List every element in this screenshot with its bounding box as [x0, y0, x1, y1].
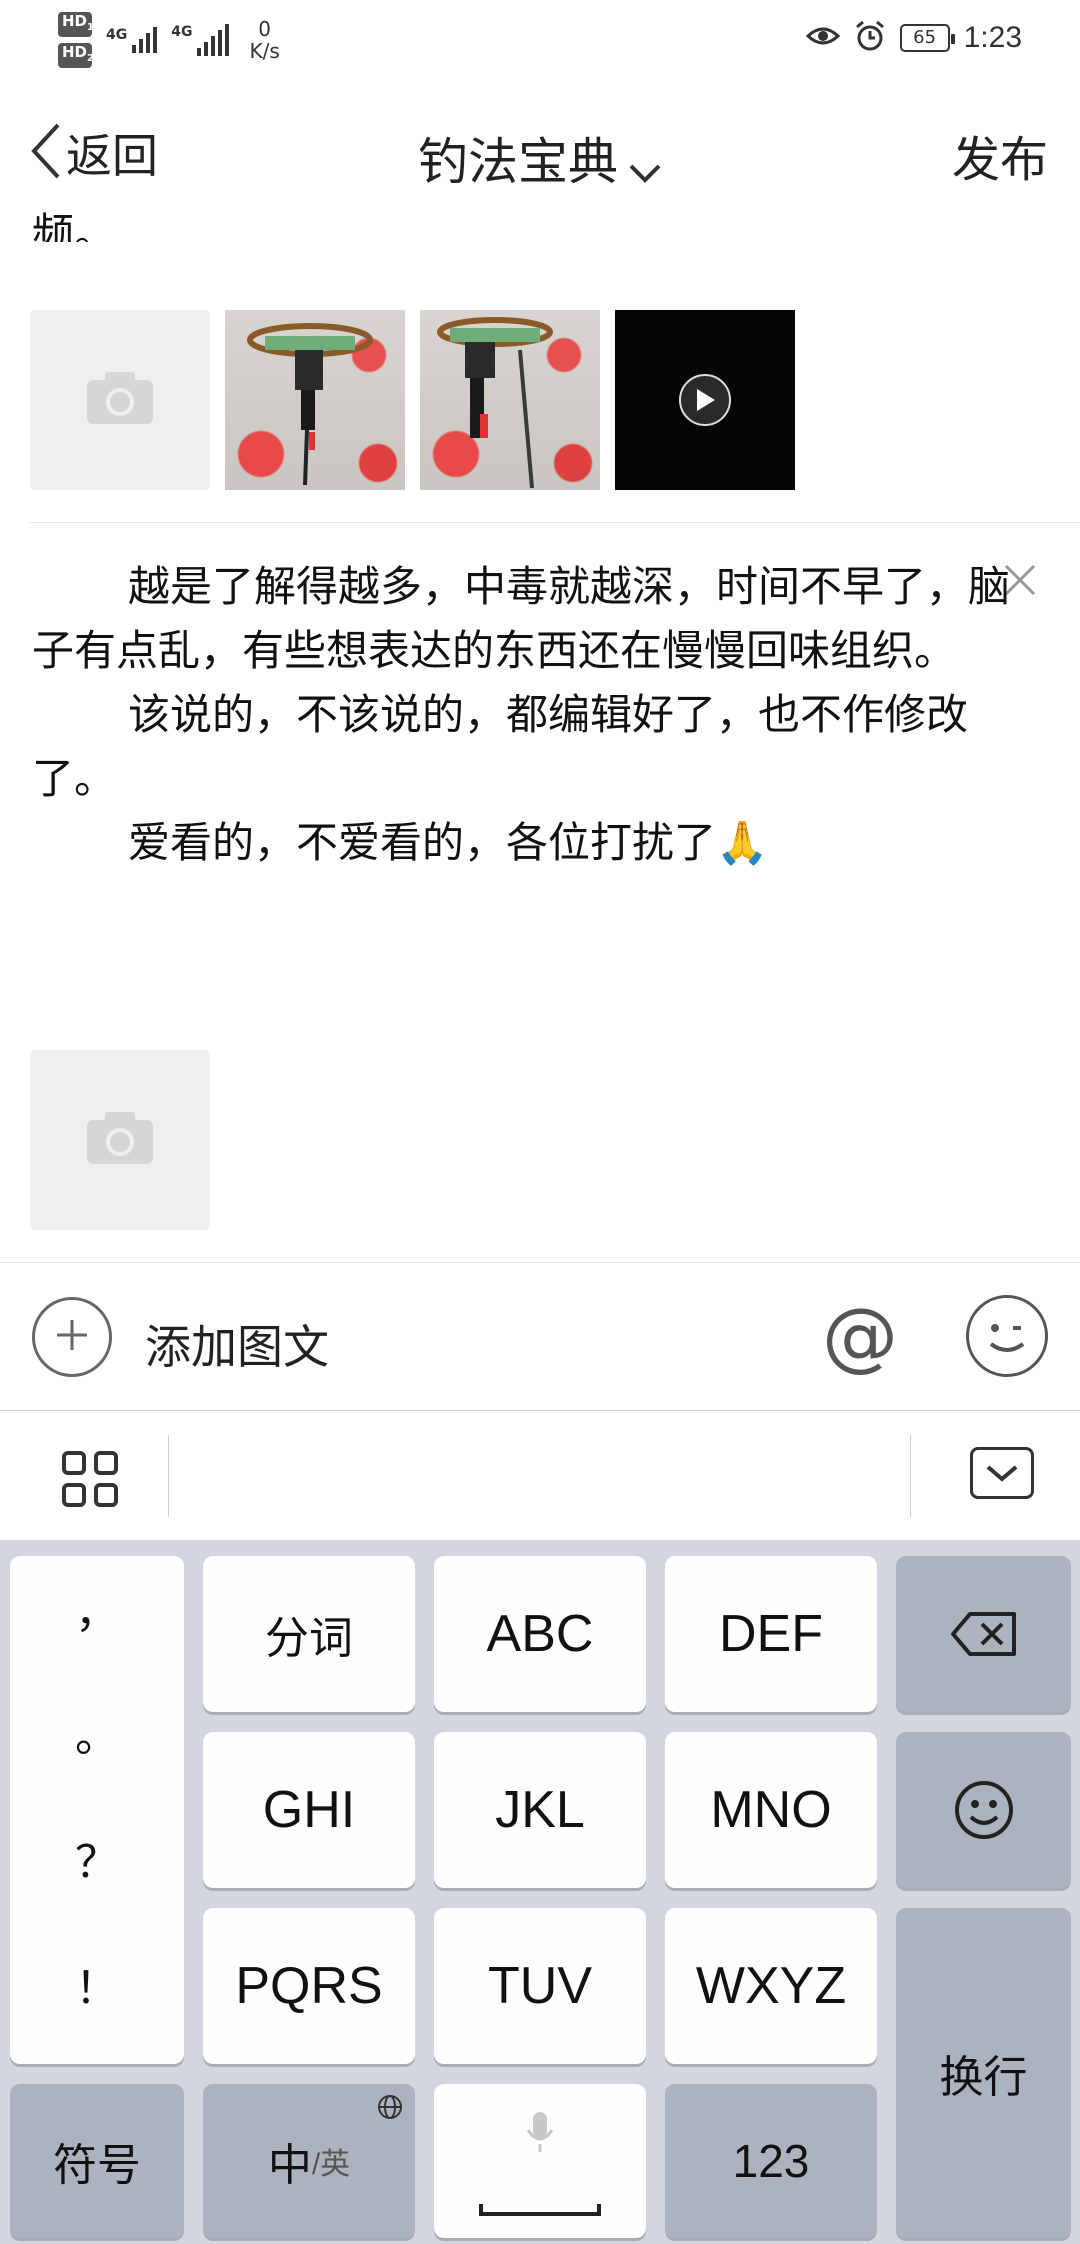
key-wxyz[interactable]: WXYZ	[665, 1908, 877, 2064]
signal-icon-1: 4G	[106, 27, 158, 53]
chevron-down-icon	[986, 1465, 1018, 1482]
key-fenci[interactable]: 分词	[203, 1556, 415, 1712]
key-tuv[interactable]: TUV	[434, 1908, 646, 2064]
numbers-key[interactable]: 123	[665, 2084, 877, 2238]
previous-text-fragment: 频。	[32, 209, 117, 242]
alarm-icon	[854, 20, 886, 56]
photo-thumbnail[interactable]	[225, 310, 405, 490]
photo-thumbnail[interactable]	[420, 310, 600, 490]
punctuation-column[interactable]: ， 。 ？ ！	[10, 1556, 184, 2064]
microphone-icon	[525, 2110, 555, 2159]
divider	[30, 522, 1080, 523]
keyboard: ， 。 ？ ！ 分词 ABC DEF GHI JKL MNO PQRS TUV …	[0, 1540, 1080, 2244]
nav-bar: 返回 钓法宝典 发布	[0, 80, 1080, 230]
backspace-key[interactable]	[896, 1556, 1071, 1712]
mention-button[interactable]: @	[822, 1291, 898, 1381]
wink-face-icon	[989, 1324, 1025, 1352]
chevron-down-icon	[628, 137, 662, 195]
language-switch-key[interactable]: 中/英	[203, 2084, 415, 2238]
hide-keyboard-button[interactable]	[970, 1447, 1034, 1499]
praying-hands-emoji: 🙏	[716, 818, 769, 867]
keyboard-toolbar	[0, 1410, 1080, 1540]
hd-badge-2: HD2	[58, 43, 94, 68]
clock: 1:23	[963, 21, 1022, 54]
add-photo-button[interactable]	[30, 1050, 210, 1230]
comma-key[interactable]: ，	[10, 1576, 184, 1640]
paragraph: 越是了解得越多，中毒就越深，时间不早了，脑子有点乱，有些想表达的东西还在慢慢回味…	[32, 562, 1011, 675]
camera-icon	[85, 1110, 155, 1170]
key-pqrs[interactable]: PQRS	[203, 1908, 415, 2064]
media-row	[30, 310, 795, 490]
fishing-rig-image	[247, 323, 373, 486]
key-def[interactable]: DEF	[665, 1556, 877, 1712]
key-ghi[interactable]: GHI	[203, 1732, 415, 1888]
question-key[interactable]: ？	[10, 1826, 184, 1890]
add-photo-button[interactable]	[30, 310, 210, 490]
battery-indicator: 65	[899, 24, 955, 52]
paragraph: 该说的，不该说的，都编辑好了，也不作修改了。	[32, 690, 969, 803]
space-bar-icon	[479, 2204, 601, 2216]
signal-icon-2: 4G	[171, 24, 230, 56]
post-body-text[interactable]: 越是了解得越多，中毒就越深，时间不早了，脑子有点乱，有些想表达的东西还在慢慢回味…	[32, 555, 1042, 875]
hd-badge-1: HD1	[58, 12, 94, 37]
network-speed: 0 K/s	[249, 17, 280, 63]
period-key[interactable]: 。	[10, 1700, 184, 1764]
key-jkl[interactable]: JKL	[434, 1732, 646, 1888]
globe-icon	[377, 2094, 403, 2125]
status-bar: HD1 HD2 4G 4G 0 K/s 65 1:23	[0, 0, 1080, 80]
key-abc[interactable]: ABC	[434, 1556, 646, 1712]
symbols-key[interactable]: 符号	[10, 2084, 184, 2238]
plus-icon	[55, 1318, 89, 1356]
divider	[168, 1435, 169, 1517]
add-button[interactable]	[32, 1297, 112, 1377]
page-title[interactable]: 钓法宝典	[0, 122, 1080, 195]
paragraph: 爱看的，不爱看的，各位打扰了🙏	[128, 818, 769, 867]
divider	[910, 1435, 911, 1517]
add-image-text-label[interactable]: 添加图文	[145, 1311, 329, 1377]
eye-icon	[805, 24, 840, 52]
exclamation-key[interactable]: ！	[10, 1952, 184, 2016]
enter-key[interactable]: 换行	[896, 1908, 1071, 2238]
compose-toolbar: 添加图文 @	[0, 1262, 1080, 1410]
smiley-icon	[954, 1781, 1013, 1839]
key-mno[interactable]: MNO	[665, 1732, 877, 1888]
camera-icon	[85, 370, 155, 430]
video-thumbnail[interactable]	[615, 310, 795, 490]
play-icon	[679, 374, 731, 426]
grid-menu-icon[interactable]	[60, 1449, 120, 1513]
space-voice-key[interactable]	[434, 2084, 646, 2238]
publish-button[interactable]: 发布	[952, 120, 1048, 190]
backspace-icon	[950, 1612, 1016, 1656]
emoji-key[interactable]	[896, 1732, 1071, 1888]
fishing-rig-image	[437, 317, 553, 489]
emoji-button[interactable]	[966, 1295, 1048, 1377]
